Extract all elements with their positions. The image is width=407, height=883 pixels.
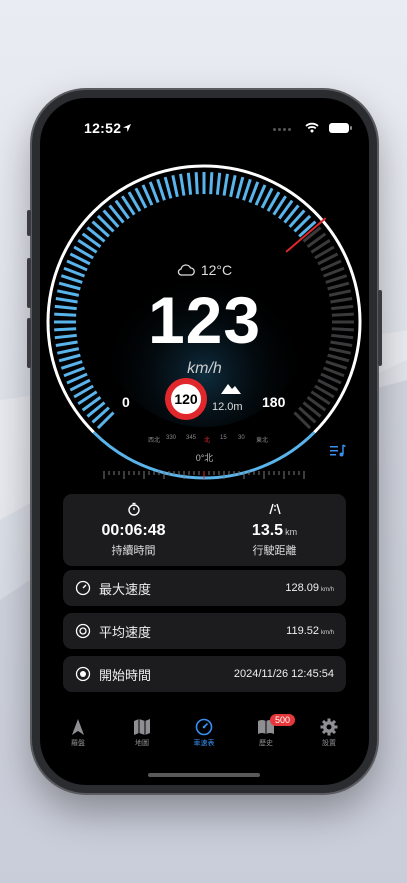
compass-icon <box>72 719 84 735</box>
gauge-min-label: 0 <box>122 394 130 410</box>
cloud-icon <box>177 264 195 276</box>
location-arrow-icon <box>123 124 131 132</box>
tab-bar: 羅盤 地圖 車速表 歷史 500 設置 <box>40 714 369 758</box>
speed-limit-sign[interactable]: 120 <box>165 378 207 420</box>
compass-label: 西北 <box>148 438 161 444</box>
gauge-tick <box>148 181 160 204</box>
speedometer-icon <box>195 718 213 736</box>
speed-limit-value: 120 <box>174 391 198 407</box>
gauge-icon <box>75 580 91 596</box>
tab-map[interactable]: 地圖 <box>122 718 162 748</box>
record-icon <box>75 666 91 682</box>
map-icon <box>134 719 150 735</box>
current-speed: 123 <box>147 283 262 357</box>
mountain-icon <box>221 384 241 394</box>
heading-readout: 0°北 <box>195 453 214 463</box>
distance-unit: km <box>285 527 298 537</box>
trip-stats-card: 00:06:48 持續時間 13.5 km 行駛距離 <box>63 494 346 566</box>
tab-settings[interactable]: 設置 <box>309 718 349 748</box>
tab-speedometer[interactable]: 車速表 <box>184 718 224 748</box>
compass-label: 330 <box>166 435 177 441</box>
gauge-tick <box>242 178 252 201</box>
tab-compass[interactable]: 羅盤 <box>58 718 98 748</box>
distance-stat: 13.5 km 行駛距離 <box>204 502 345 558</box>
signal-dots <box>273 128 291 131</box>
duration-stat: 00:06:48 持續時間 <box>63 502 204 558</box>
avg-speed-value: 119.52 km/h <box>286 625 334 637</box>
avg-speed-number: 119.52 <box>286 625 319 637</box>
battery-icon <box>329 123 352 133</box>
avg-speed-unit: km/h <box>320 630 334 636</box>
start-time-row: 開始時間 2024/11/26 12:45:54 <box>63 656 346 692</box>
gauge-tick <box>171 174 179 198</box>
speed-unit: km/h <box>187 360 222 377</box>
max-speed-unit: km/h <box>320 587 334 593</box>
gauge-tick <box>163 176 173 199</box>
altitude-value: 12.0m <box>212 401 243 413</box>
compass-label: 東北 <box>256 438 269 444</box>
temperature-value: 12°C <box>200 262 233 278</box>
compass-label-north: 北 <box>204 438 211 444</box>
gauge-tick <box>248 181 260 204</box>
avg-speed-label: 平均速度 <box>99 624 152 640</box>
gauge-tick <box>229 174 237 198</box>
duration-value: 00:06:48 <box>101 522 166 539</box>
road-icon <box>268 503 281 515</box>
tab-history[interactable]: 歷史 500 <box>246 714 296 748</box>
distance-number: 13.5 <box>251 522 284 539</box>
music-note-icon[interactable] <box>330 444 346 458</box>
tab-history-label: 歷史 <box>259 740 273 747</box>
duration-label: 持續時間 <box>111 545 156 557</box>
gauge-tick <box>209 172 214 195</box>
compass-label: 15 <box>220 435 227 441</box>
gauge-tick <box>186 172 193 195</box>
app-screen: 12:52 12°C 123 km/h 0 180 120 12.0m 西北 3… <box>40 98 369 785</box>
start-time-label: 開始時間 <box>99 667 152 683</box>
home-indicator <box>148 773 260 777</box>
max-speed-label: 最大速度 <box>99 581 152 597</box>
start-time-value: 2024/11/26 12:45:54 <box>233 668 334 680</box>
wifi-icon <box>305 122 319 133</box>
tab-compass-label: 羅盤 <box>71 740 85 747</box>
phone-frame: 12:52 12°C 123 km/h 0 180 120 12.0m 西北 3… <box>27 90 382 793</box>
gauge-tick <box>235 176 245 199</box>
tab-speedometer-label: 車速表 <box>193 740 215 747</box>
gauge-tick <box>215 172 222 195</box>
status-bar: 12:52 <box>40 120 369 140</box>
tab-settings-label: 設置 <box>322 740 336 747</box>
gauge-tick <box>156 178 166 201</box>
gauge-tick <box>179 173 186 196</box>
tab-map-label: 地圖 <box>135 740 149 747</box>
distance-value: 13.5 km <box>204 522 345 540</box>
avg-speed-row: 平均速度 119.52 km/h <box>63 613 346 649</box>
max-speed-number: 128.09 <box>285 582 319 594</box>
compass-strip <box>103 471 305 479</box>
average-icon <box>75 623 91 639</box>
gauge-max-label: 180 <box>262 394 286 410</box>
gauge-tick <box>222 173 229 196</box>
compass-label: 345 <box>186 435 197 441</box>
max-speed-value: 128.09 km/h <box>285 582 334 594</box>
max-speed-row: 最大速度 128.09 km/h <box>63 570 346 606</box>
gear-icon <box>320 718 338 736</box>
weather-readout: 12°C <box>40 262 369 278</box>
gauge-tick <box>194 172 199 195</box>
stopwatch-icon <box>127 502 140 516</box>
distance-label: 行駛距離 <box>252 545 297 557</box>
history-badge: 500 <box>270 714 296 726</box>
status-time: 12:52 <box>84 120 122 136</box>
compass-label: 30 <box>238 435 245 441</box>
